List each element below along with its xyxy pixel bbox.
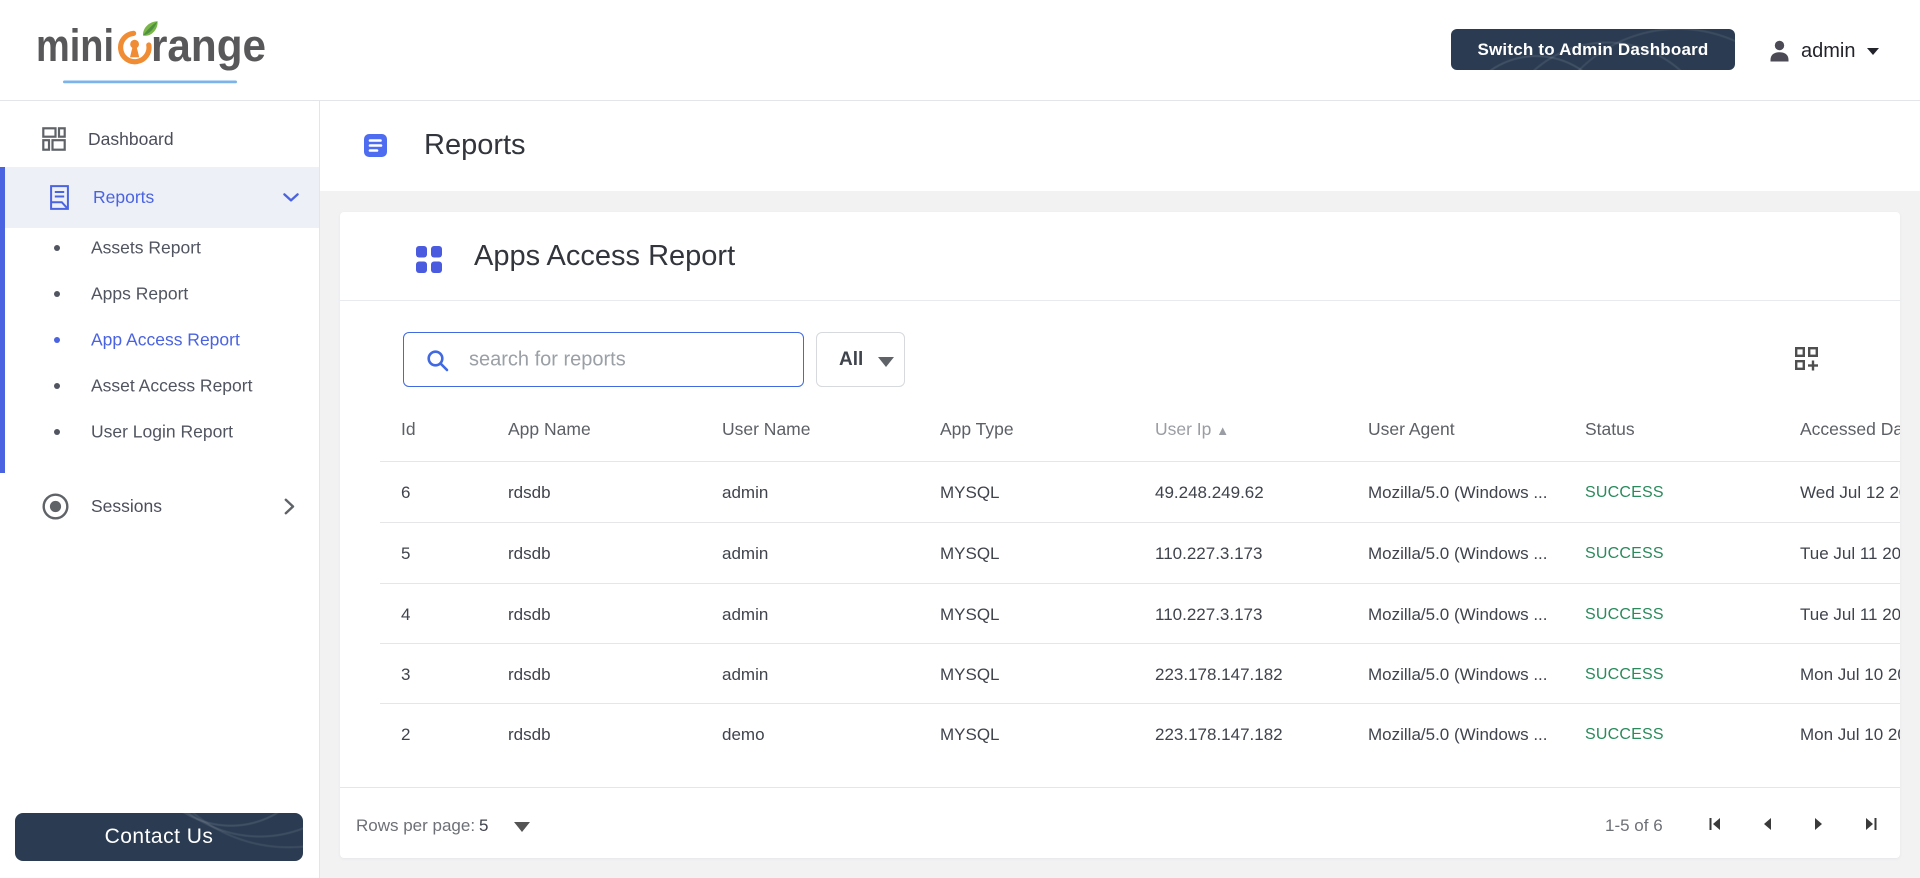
svg-text:mini: mini <box>38 20 114 71</box>
svg-text:range: range <box>151 20 266 71</box>
